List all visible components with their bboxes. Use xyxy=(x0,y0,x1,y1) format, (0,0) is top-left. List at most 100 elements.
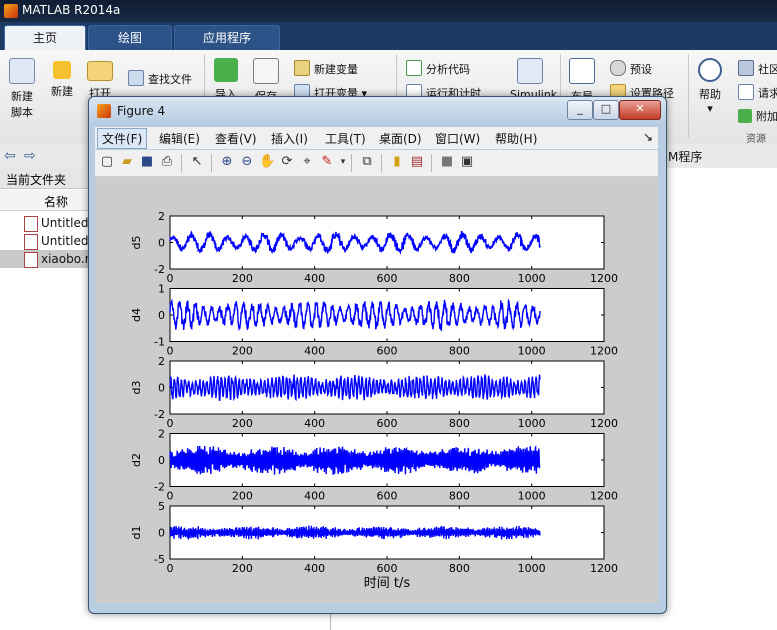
request-support-label: 请求 xyxy=(758,87,777,100)
menu-view[interactable]: 查看(V) xyxy=(215,130,257,147)
new-script-button[interactable]: 新建 脚本 xyxy=(2,58,42,120)
gear-icon xyxy=(610,60,626,76)
x-tick-label: 800 xyxy=(449,490,470,503)
y-tick-label: 2 xyxy=(158,355,165,368)
maximize-button[interactable]: □ xyxy=(593,100,619,120)
x-tick-label: 400 xyxy=(304,272,325,285)
find-files-button[interactable]: 查找文件 xyxy=(128,70,192,87)
data-cursor-icon[interactable]: ⌖ xyxy=(299,154,315,170)
community-label: 社区 xyxy=(758,63,777,76)
current-folder-label: 当前文件夹 xyxy=(6,173,67,187)
show-plot-tools-icon[interactable]: ▣ xyxy=(459,154,475,170)
x-tick-label: 0 xyxy=(167,562,174,575)
new-figure-icon[interactable]: ▢ xyxy=(99,154,115,170)
current-path-text[interactable]: M程序 xyxy=(668,148,702,165)
new-variable-button[interactable]: 新建变量 xyxy=(294,60,358,77)
hide-plot-tools-icon[interactable]: ■ xyxy=(439,154,455,170)
x-tick-label: 1000 xyxy=(518,417,546,430)
new-variable-label: 新建变量 xyxy=(314,63,358,76)
analyze-code-label: 分析代码 xyxy=(426,63,470,76)
menu-file[interactable]: 文件(F) xyxy=(97,128,148,149)
close-button[interactable]: ✕ xyxy=(619,100,661,120)
add-ons-button[interactable]: 附加 xyxy=(738,108,777,124)
figure-canvas: 0 200 400 600 800 1000 1200 -2 0 2 d5 0 200 400 600 800… xyxy=(95,177,658,603)
x-tick-label: 0 xyxy=(167,272,174,285)
new-script-icon xyxy=(9,58,35,84)
new-button[interactable]: 新建 xyxy=(42,58,82,99)
x-tick-label: 1200 xyxy=(590,562,618,575)
new-label: 新建 xyxy=(51,85,73,98)
x-tick-label: 600 xyxy=(377,272,398,285)
open-icon[interactable]: ▰ xyxy=(119,154,135,170)
figure-titlebar[interactable]: Figure 4 _ □ ✕ xyxy=(89,97,666,125)
minimize-button[interactable]: _ xyxy=(567,100,593,120)
x-tick-label: 600 xyxy=(377,345,398,358)
y-axis-label: d4 xyxy=(130,308,143,322)
colorbar-icon[interactable]: ▮ xyxy=(389,154,405,170)
name-column-label: 名称 xyxy=(44,195,69,209)
open-button[interactable]: 打开 xyxy=(80,58,120,101)
x-tick-label: 1000 xyxy=(518,272,546,285)
y-tick-label: -2 xyxy=(154,481,165,494)
y-tick-label: 5 xyxy=(158,500,165,513)
menu-edit[interactable]: 编辑(E) xyxy=(159,130,200,147)
zoom-out-icon[interactable]: ⊖ xyxy=(239,154,255,170)
help-button[interactable]: 帮助 ▾ xyxy=(690,58,730,115)
y-tick-label: 0 xyxy=(158,382,165,395)
subplot-d1: 0 200 400 600 800 1000 1200-505d1时间 t/s xyxy=(130,500,618,591)
link-icon[interactable]: ⧉ xyxy=(359,154,375,170)
back-arrow-icon[interactable]: ⇦ xyxy=(4,148,16,164)
y-tick-label: -2 xyxy=(154,408,165,421)
simulink-button[interactable]: Simulink xyxy=(510,58,557,101)
x-tick-label: 200 xyxy=(232,272,253,285)
help-question-icon xyxy=(698,58,722,82)
request-support-icon xyxy=(738,84,754,100)
x-tick-label: 1000 xyxy=(518,345,546,358)
menu-desktop[interactable]: 桌面(D) xyxy=(379,130,422,147)
request-support-link[interactable]: 请求 xyxy=(738,84,777,101)
add-ons-label: 附加 xyxy=(756,110,777,123)
print-icon[interactable]: ⎙ xyxy=(159,154,175,170)
rotate-icon[interactable]: ⟳ xyxy=(279,154,295,170)
tab-home[interactable]: 主页 xyxy=(4,25,86,51)
menu-help[interactable]: 帮助(H) xyxy=(495,130,537,147)
brush-icon[interactable]: ✎ xyxy=(319,154,335,170)
y-tick-label: -5 xyxy=(154,553,165,566)
zoom-in-icon[interactable]: ⊕ xyxy=(219,154,235,170)
y-tick-label: 0 xyxy=(158,527,165,540)
legend-icon[interactable]: ▤ xyxy=(409,154,425,170)
x-tick-label: 400 xyxy=(304,490,325,503)
layout-icon xyxy=(569,58,595,84)
brush-dropdown-icon[interactable]: ▾ xyxy=(335,154,351,170)
save-icon[interactable]: ■ xyxy=(139,154,155,170)
x-tick-label: 800 xyxy=(449,562,470,575)
y-axis-label: d5 xyxy=(130,236,143,250)
pointer-icon[interactable]: ↖ xyxy=(189,154,205,170)
x-tick-label: 200 xyxy=(232,562,253,575)
pan-icon[interactable]: ✋ xyxy=(259,154,275,170)
preferences-button[interactable]: 预设 xyxy=(610,60,652,77)
community-link[interactable]: 社区 xyxy=(738,60,777,77)
x-tick-label: 1200 xyxy=(590,345,618,358)
new-script-label: 新建 脚本 xyxy=(11,90,33,119)
y-tick-label: 2 xyxy=(158,210,165,223)
tab-apps[interactable]: 应用程序 xyxy=(174,25,280,51)
y-tick-label: -2 xyxy=(154,263,165,276)
figure-window: Figure 4 _ □ ✕ 文件(F) 编辑(E) 查看(V) 插入(I) 工… xyxy=(88,96,667,614)
tab-plots[interactable]: 绘图 xyxy=(88,25,172,51)
y-tick-label: 2 xyxy=(158,428,165,441)
forward-arrow-icon[interactable]: ⇨ xyxy=(24,148,36,164)
mfile-icon xyxy=(24,234,38,250)
find-files-icon xyxy=(128,70,144,86)
x-tick-label: 0 xyxy=(167,490,174,503)
x-tick-label: 200 xyxy=(232,417,253,430)
menu-dock-arrow-icon[interactable]: ↘ xyxy=(643,130,653,144)
menu-tools[interactable]: 工具(T) xyxy=(325,130,366,147)
simulink-icon xyxy=(517,58,543,84)
y-tick-label: 0 xyxy=(158,237,165,250)
x-tick-label: 600 xyxy=(377,417,398,430)
analyze-code-button[interactable]: 分析代码 xyxy=(406,60,470,77)
menu-insert[interactable]: 插入(I) xyxy=(271,130,308,147)
menu-window[interactable]: 窗口(W) xyxy=(435,130,480,147)
figure-toolbar: ▢ ▰ ■ ⎙ ↖ ⊕ ⊖ ✋ ⟳ ⌖ ✎ ▾ ⧉ ▮ ▤ ■ ▣ xyxy=(95,150,658,177)
